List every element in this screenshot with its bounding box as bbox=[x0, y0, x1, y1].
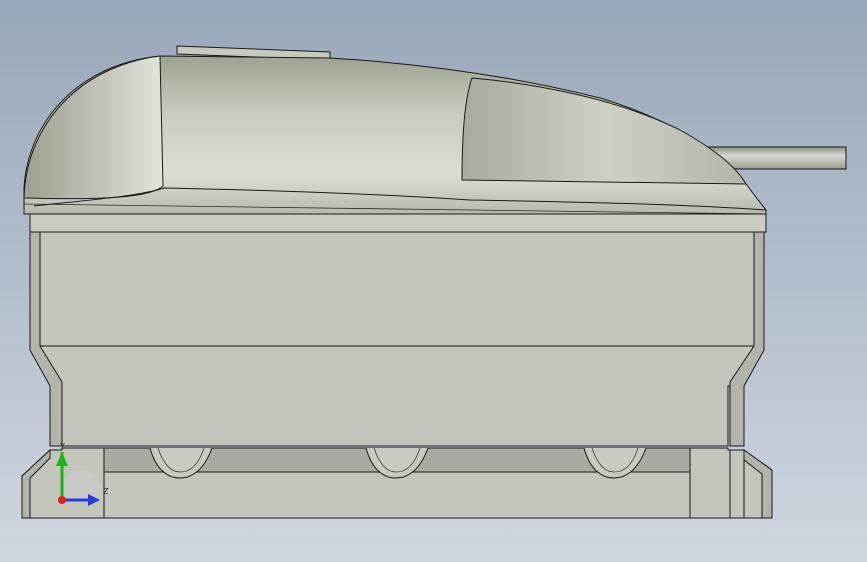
housing-body-part[interactable] bbox=[29, 213, 767, 447]
cad-model-view[interactable]: Y Z bbox=[0, 0, 867, 562]
3d-graphics-viewport[interactable]: Y Z bbox=[0, 0, 867, 562]
triad-x-axis-dot bbox=[58, 496, 66, 504]
dome-cover-part[interactable] bbox=[23, 55, 767, 215]
triad-y-label: Y bbox=[59, 442, 65, 451]
triad-z-label: Z bbox=[103, 487, 109, 496]
